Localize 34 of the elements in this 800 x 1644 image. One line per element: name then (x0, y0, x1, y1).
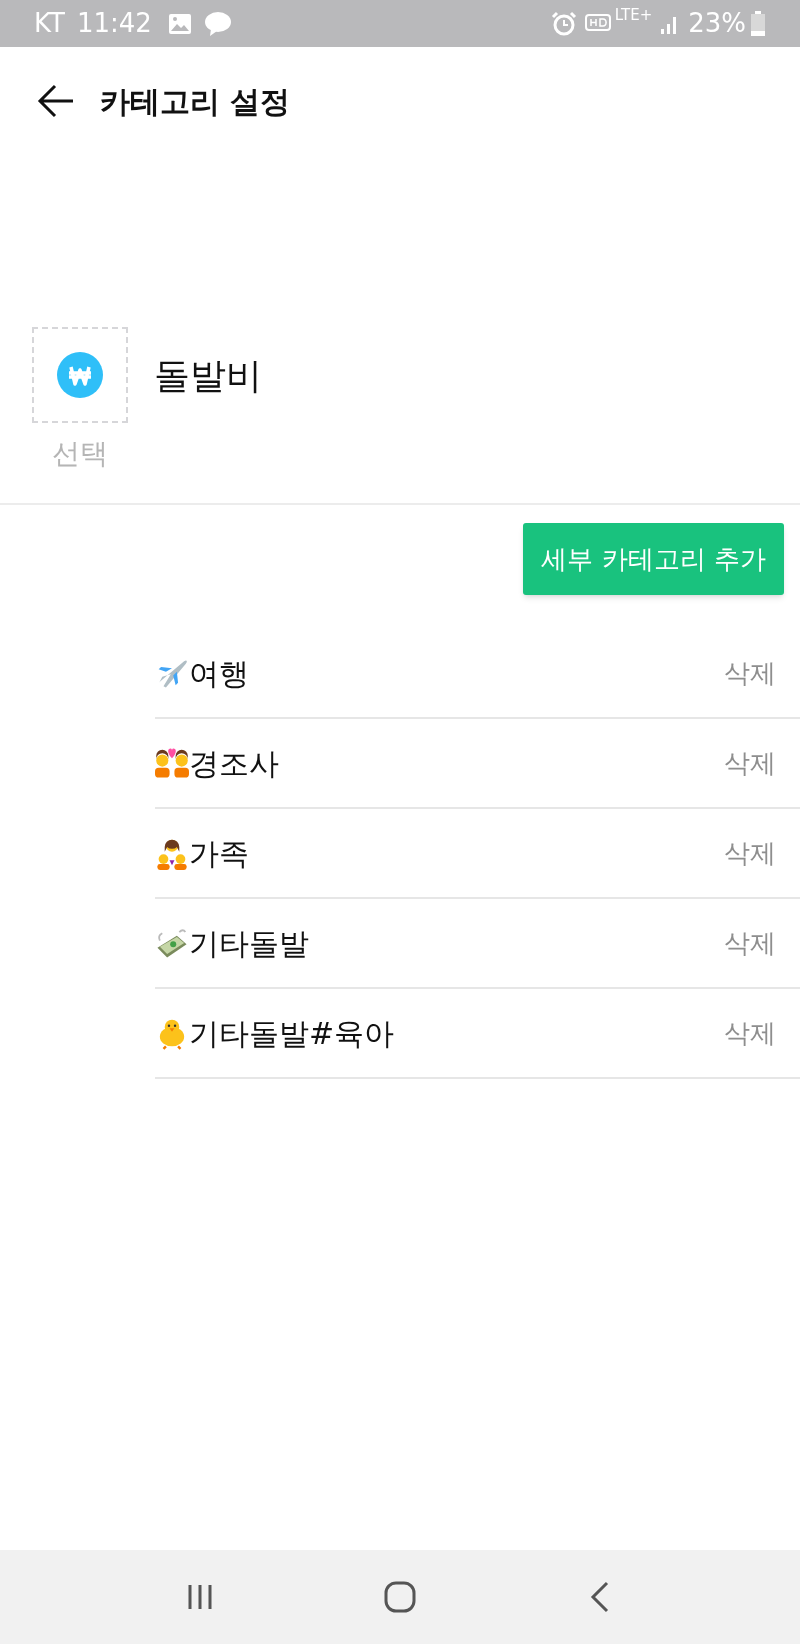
delete-button[interactable]: 삭제 (724, 743, 776, 783)
subcategory-row[interactable]: 경조사 삭제 (155, 719, 800, 809)
subcategory-row[interactable]: 기타돌발#육아 삭제 (155, 989, 800, 1079)
chat-bubble-icon (203, 10, 232, 37)
delete-button[interactable]: 삭제 (724, 1013, 776, 1053)
subcategory-label: 기타돌발#육아 (189, 1014, 395, 1053)
network-text: LTE+ (614, 8, 653, 23)
add-subcategory-button[interactable]: 세부 카테고리 추가 (523, 523, 784, 595)
subcategory-label: 가족 (189, 834, 249, 873)
carrier-text: KT (34, 7, 65, 40)
battery-text: 23% (688, 7, 746, 40)
icon-select-label: 선택 (52, 436, 108, 472)
home-icon (384, 1581, 416, 1613)
page-title: 카테고리 설정 (100, 82, 291, 121)
delete-button[interactable]: 삭제 (724, 833, 776, 873)
subcategory-label: 여행 (189, 654, 249, 693)
subcategory-row[interactable]: 기타돌발 삭제 (155, 899, 800, 989)
subcategory-row[interactable]: 가족 삭제 (155, 809, 800, 899)
couple-icon (155, 746, 189, 780)
back-icon (590, 1581, 610, 1613)
subcategory-label: 경조사 (189, 744, 279, 783)
subcategory-label: 기타돌발 (189, 924, 309, 963)
category-name: 돌발비 (154, 354, 262, 398)
battery-icon (750, 10, 766, 37)
alarm-icon (550, 10, 577, 37)
recent-apps-icon (186, 1583, 214, 1611)
delete-button[interactable]: 삭제 (724, 923, 776, 963)
back-arrow-icon (37, 84, 75, 118)
clock-text: 11:42 (76, 7, 152, 40)
money-icon (155, 926, 189, 960)
delete-button[interactable]: 삭제 (724, 653, 776, 693)
image-icon (167, 12, 192, 35)
won-coin-icon (57, 352, 103, 398)
subcategory-row[interactable]: 여행 삭제 (155, 629, 800, 719)
